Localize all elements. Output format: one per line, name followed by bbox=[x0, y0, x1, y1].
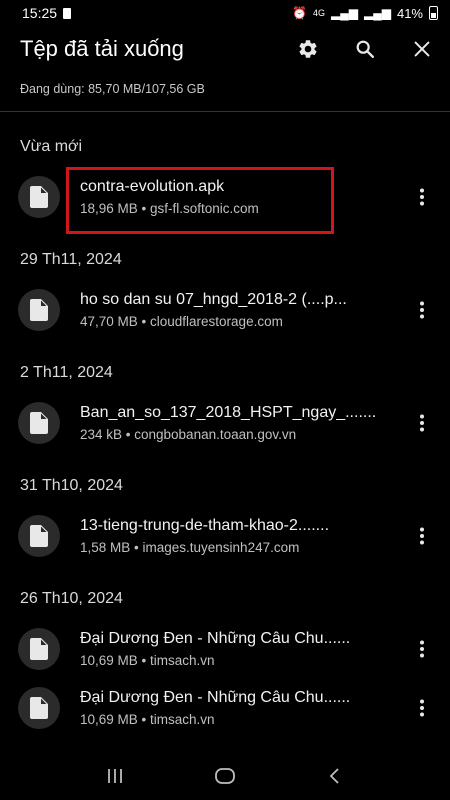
network-type: 4G bbox=[313, 7, 326, 18]
section-header-date: 29 Th11, 2024 bbox=[20, 251, 122, 268]
status-time: 15:25 bbox=[22, 5, 58, 21]
file-meta: 47,70 MB • cloudflarestorage.com bbox=[80, 313, 283, 329]
section-header-date: 31 Th10, 2024 bbox=[20, 477, 123, 494]
more-options-button[interactable] bbox=[408, 177, 436, 217]
search-icon bbox=[356, 40, 374, 58]
more-vert-icon bbox=[420, 699, 424, 717]
storage-usage: Đang dùng: 85,70 MB/107,56 GB bbox=[20, 82, 205, 96]
back-button[interactable] bbox=[305, 756, 365, 796]
file-icon bbox=[30, 412, 48, 434]
file-icon-circle bbox=[18, 176, 60, 218]
app-bar: Tệp đã tải xuống bbox=[0, 26, 450, 72]
signal-icon-2: ▂▄▆ bbox=[364, 6, 391, 20]
status-bar: 15:25 ⏰ 4G ▂▄▆ ▂▄▆ 41% bbox=[0, 0, 450, 26]
file-name: ho so dan su 07_hngd_2018-2 (....p... bbox=[80, 290, 347, 308]
battery-percent: 41% bbox=[396, 5, 423, 21]
file-meta: 1,58 MB • images.tuyensinh247.com bbox=[80, 539, 300, 555]
search-button[interactable] bbox=[336, 26, 393, 72]
more-options-button[interactable] bbox=[408, 629, 436, 669]
more-options-button[interactable] bbox=[408, 516, 436, 556]
file-icon bbox=[30, 697, 48, 719]
file-name: 13-tieng-trung-de-tham-khao-2....... bbox=[80, 516, 330, 534]
section-header-date: 26 Th10, 2024 bbox=[20, 590, 123, 607]
divider bbox=[0, 111, 450, 112]
file-icon-circle bbox=[18, 628, 60, 670]
file-name: Đại Dương Đen - Những Câu Chu...... bbox=[80, 629, 351, 647]
file-icon bbox=[30, 299, 48, 321]
file-icon bbox=[30, 186, 48, 208]
battery-icon bbox=[429, 6, 438, 20]
close-icon bbox=[414, 41, 429, 57]
file-row[interactable]: 13-tieng-trung-de-tham-khao-2....... 1,5… bbox=[0, 507, 450, 565]
file-icon bbox=[30, 638, 48, 660]
file-row[interactable]: Đại Dương Đen - Những Câu Chu...... 10,6… bbox=[0, 679, 450, 737]
sim-card-icon bbox=[63, 7, 72, 19]
more-vert-icon bbox=[420, 301, 424, 319]
gear-icon bbox=[298, 40, 317, 58]
file-icon-circle bbox=[18, 402, 60, 444]
more-vert-icon bbox=[420, 640, 424, 658]
section-header-date: 2 Th11, 2024 bbox=[20, 364, 113, 381]
file-meta: 10,69 MB • timsach.vn bbox=[80, 711, 215, 727]
signal-icon: ▂▄▆ bbox=[331, 6, 358, 20]
file-icon-circle bbox=[18, 289, 60, 331]
page-title: Tệp đã tải xuống bbox=[20, 36, 184, 61]
file-icon-circle bbox=[18, 687, 60, 729]
file-row[interactable]: Ban_an_so_137_2018_HSPT_ngay_....... 234… bbox=[0, 394, 450, 452]
recent-apps-button[interactable] bbox=[85, 756, 145, 796]
more-options-button[interactable] bbox=[408, 403, 436, 443]
more-options-button[interactable] bbox=[408, 688, 436, 728]
home-button[interactable] bbox=[195, 756, 255, 796]
file-name: Ban_an_so_137_2018_HSPT_ngay_....... bbox=[80, 403, 377, 421]
back-icon bbox=[329, 768, 339, 784]
highlight-box bbox=[66, 167, 334, 234]
home-icon bbox=[215, 768, 235, 784]
close-button[interactable] bbox=[393, 26, 450, 72]
section-header-recent: Vừa mới bbox=[20, 138, 83, 155]
file-icon-circle bbox=[18, 515, 60, 557]
system-nav-bar bbox=[0, 752, 450, 800]
recent-apps-icon bbox=[108, 769, 122, 783]
alarm-icon: ⏰ bbox=[292, 6, 308, 20]
more-vert-icon bbox=[420, 188, 424, 206]
file-row[interactable]: Đại Dương Đen - Những Câu Chu...... 10,6… bbox=[0, 620, 450, 678]
settings-button[interactable] bbox=[279, 26, 336, 72]
file-meta: 10,69 MB • timsach.vn bbox=[80, 652, 215, 668]
file-row[interactable]: ho so dan su 07_hngd_2018-2 (....p... 47… bbox=[0, 281, 450, 339]
more-vert-icon bbox=[420, 527, 424, 545]
more-vert-icon bbox=[420, 414, 424, 432]
more-options-button[interactable] bbox=[408, 290, 436, 330]
file-meta: 234 kB • congbobanan.toaan.gov.vn bbox=[80, 426, 297, 442]
file-name: Đại Dương Đen - Những Câu Chu...... bbox=[80, 688, 351, 706]
file-icon bbox=[30, 525, 48, 547]
